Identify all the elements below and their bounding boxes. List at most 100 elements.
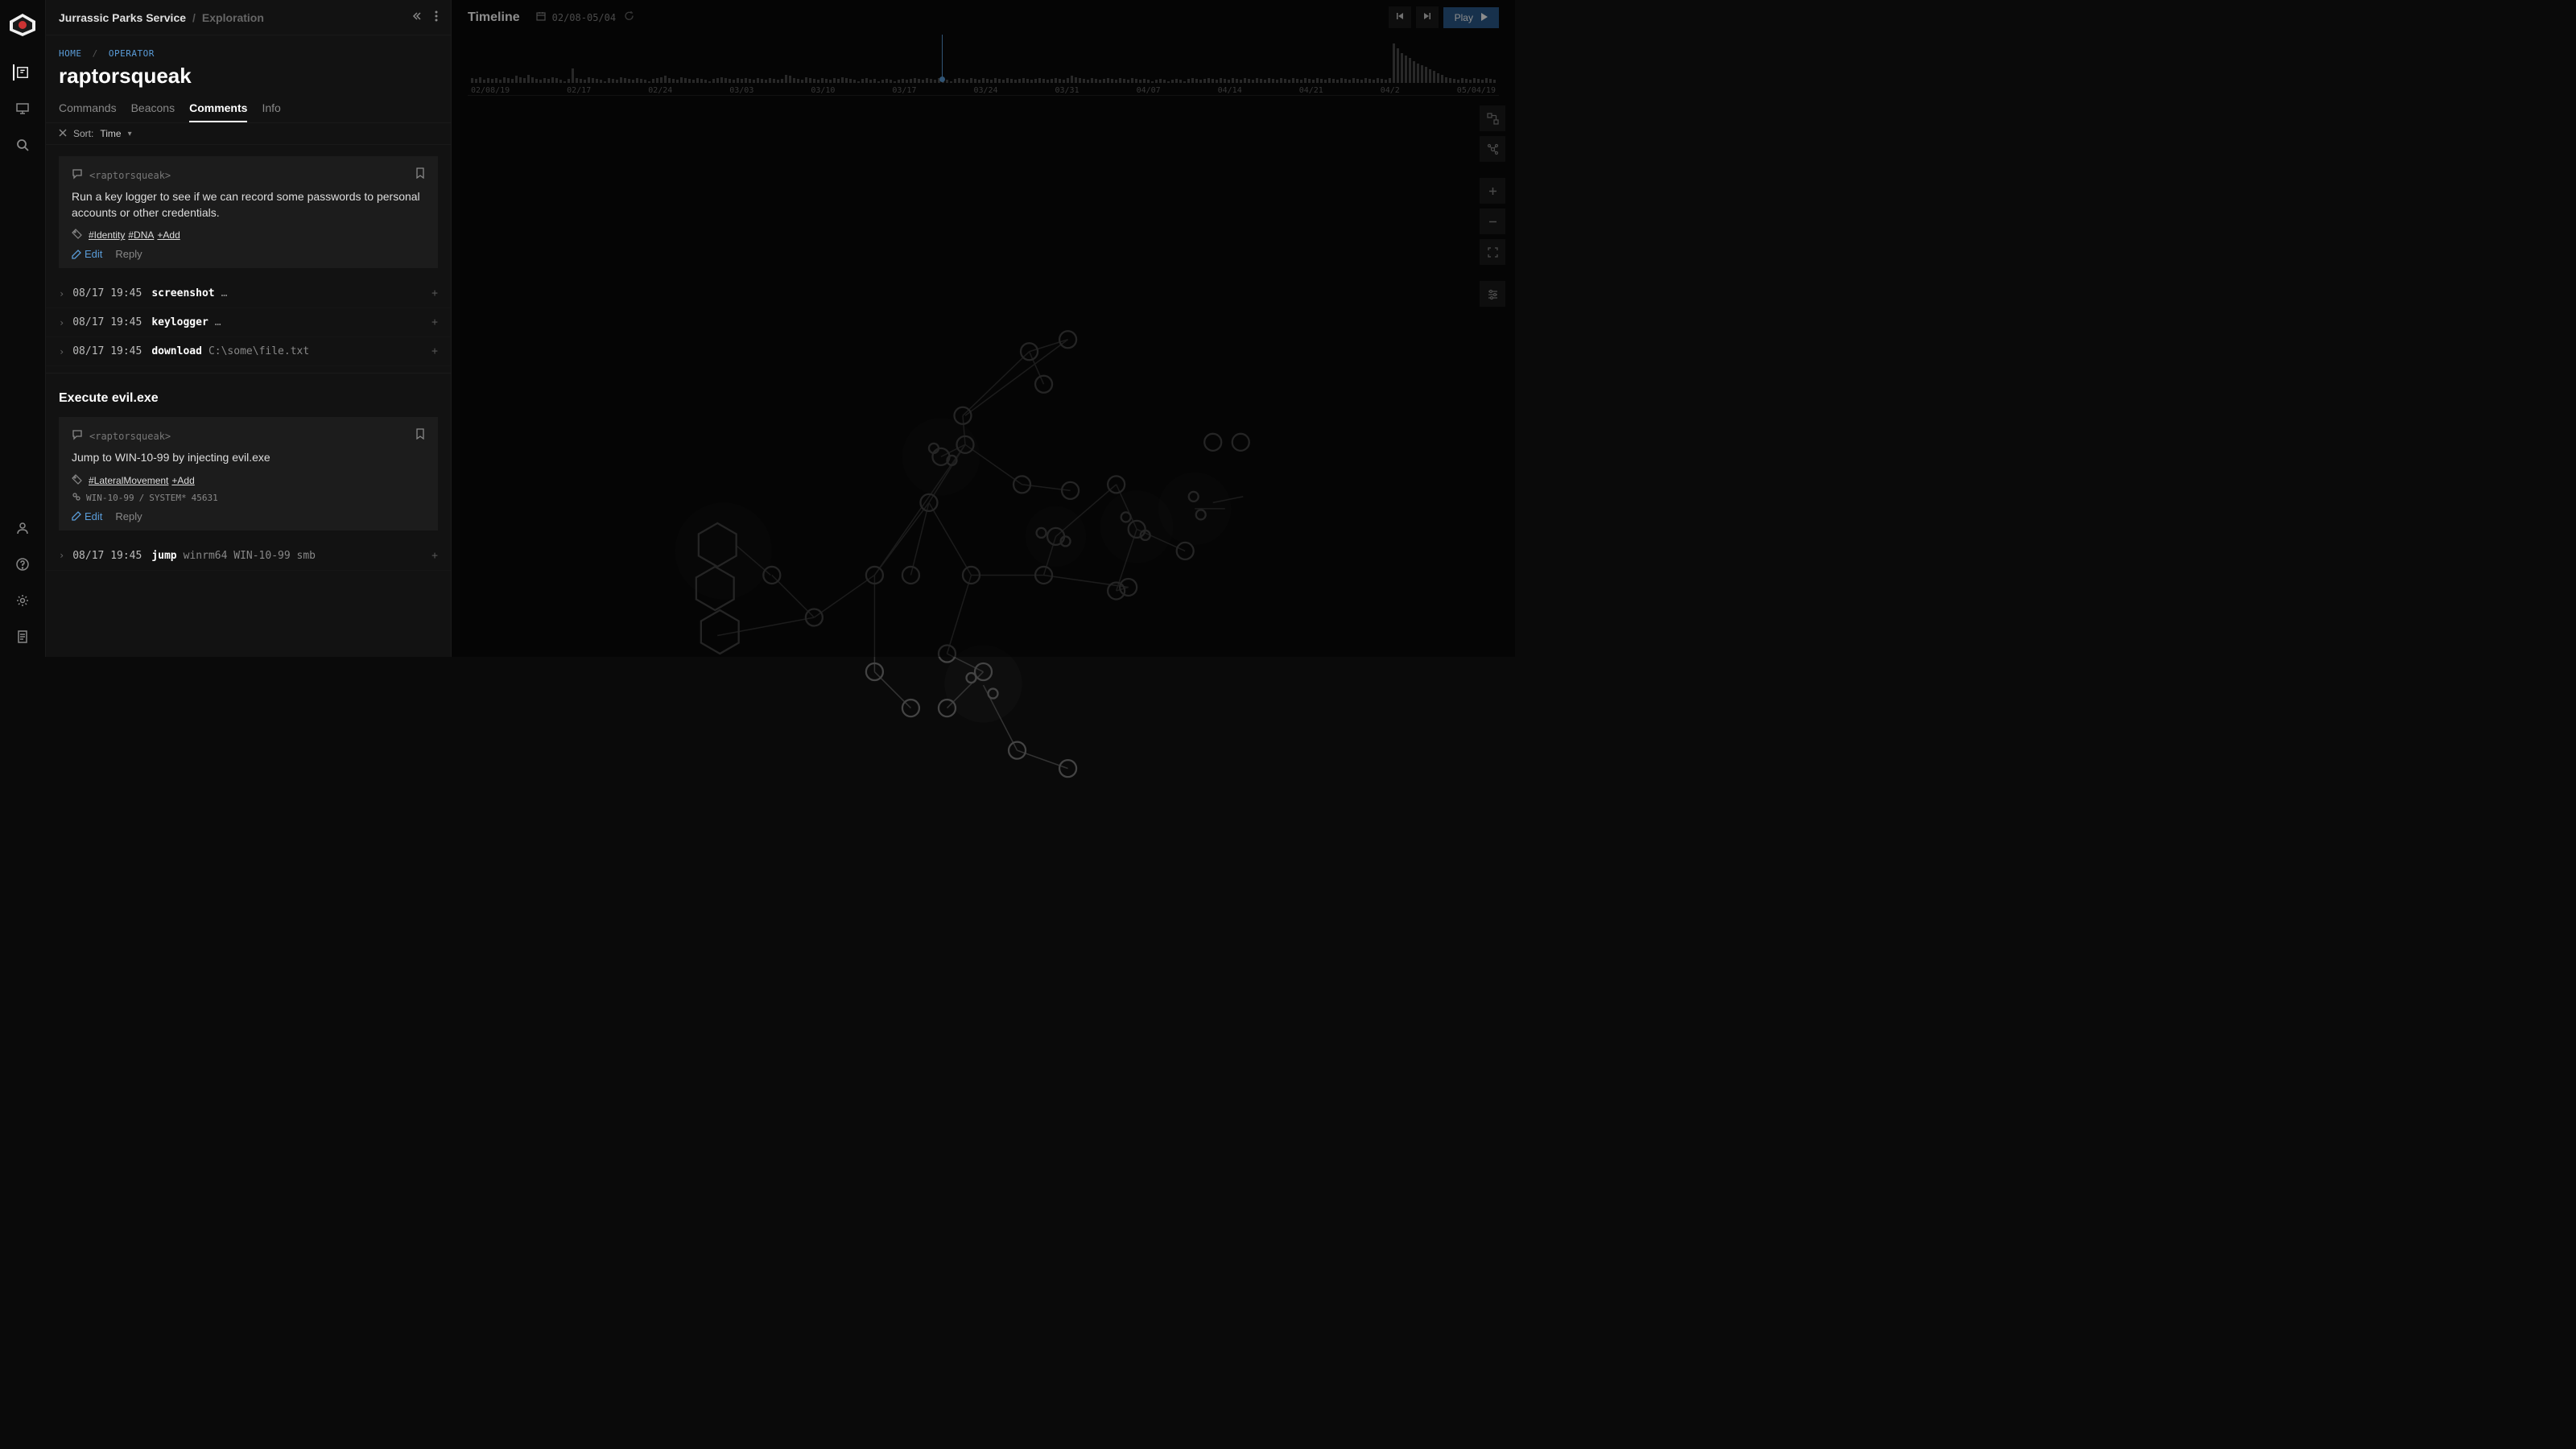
- nav-hosts-icon[interactable]: [14, 101, 31, 117]
- tag-lateral[interactable]: #LateralMovement: [89, 475, 168, 486]
- timeline-prev-button[interactable]: [1389, 6, 1411, 28]
- timeline-play-button[interactable]: Play: [1443, 7, 1499, 28]
- sort-value[interactable]: Time: [100, 128, 121, 139]
- meta-sep: /: [139, 493, 145, 503]
- edit-button[interactable]: Edit: [72, 248, 102, 260]
- log-row[interactable]: › 08/17 19:45 jump winrm64 WIN-10-99 smb…: [46, 542, 451, 571]
- nav-search-icon[interactable]: [14, 137, 31, 153]
- timeline-scrubber[interactable]: [942, 35, 943, 79]
- tabs: Commands Beacons Comments Info: [46, 95, 451, 123]
- expand-icon[interactable]: ›: [59, 550, 64, 561]
- log-add-icon[interactable]: +: [431, 345, 438, 357]
- comment-body: Jump to WIN-10-99 by injecting evil.exe: [72, 450, 425, 466]
- log-add-icon[interactable]: +: [431, 316, 438, 328]
- bookmark-icon[interactable]: [415, 167, 425, 183]
- tab-info[interactable]: Info: [262, 95, 280, 122]
- tag-icon: [72, 229, 82, 242]
- bookmark-icon[interactable]: [415, 428, 425, 444]
- log-args: C:\some\file.txt: [208, 345, 309, 357]
- add-tag[interactable]: +Add: [171, 475, 194, 486]
- timeline-header: Timeline 02/08-05/04 Play: [452, 0, 1515, 35]
- topbar: Jurrassic Parks Service / Exploration: [46, 0, 451, 35]
- chat-icon: [72, 429, 83, 443]
- nav-user-icon[interactable]: [14, 520, 31, 536]
- nav-explore-icon[interactable]: [13, 64, 29, 80]
- comment-card: <raptorsqueak> Jump to WIN-10-99 by inje…: [59, 417, 438, 530]
- log-add-icon[interactable]: +: [431, 550, 438, 562]
- edit-label: Edit: [85, 248, 102, 260]
- meta-pid: 45631: [192, 493, 218, 503]
- breadcrumb-view[interactable]: Exploration: [202, 11, 264, 24]
- timeline-range-text: 02/08-05/04: [552, 12, 616, 23]
- nav-settings-icon[interactable]: [14, 592, 31, 609]
- reply-button[interactable]: Reply: [115, 248, 142, 260]
- timeline-range[interactable]: 02/08-05/04: [536, 11, 616, 23]
- tag-identity[interactable]: #Identity: [89, 229, 125, 241]
- log-cmd: download: [151, 345, 202, 357]
- tab-beacons[interactable]: Beacons: [131, 95, 175, 122]
- nav-docs-icon[interactable]: [14, 629, 31, 645]
- tag-row: #Identity #DNA +Add: [72, 229, 425, 242]
- crumb-sep: /: [93, 48, 98, 59]
- app-logo: [6, 12, 39, 36]
- tab-commands[interactable]: Commands: [59, 95, 117, 122]
- main: Timeline 02/08-05/04 Play: [452, 0, 1515, 657]
- timeline-chart[interactable]: 02/08/1902/1702/2403/0303/1003/1703/2403…: [468, 35, 1499, 96]
- comment-card: <raptorsqueak> Run a key logger to see i…: [59, 156, 438, 268]
- nav-help-icon[interactable]: [14, 556, 31, 572]
- link-icon: [72, 492, 81, 504]
- crumbs: HOME / OPERATOR: [46, 35, 451, 59]
- tag-icon: [72, 474, 82, 487]
- more-menu-icon[interactable]: [435, 10, 438, 24]
- refresh-icon[interactable]: [624, 10, 634, 25]
- graph-force-icon[interactable]: [1480, 136, 1505, 162]
- add-tag[interactable]: +Add: [157, 229, 180, 241]
- log-row[interactable]: › 08/17 19:45 screenshot … +: [46, 279, 451, 308]
- comment-head: <raptorsqueak>: [72, 167, 425, 183]
- expand-icon[interactable]: ›: [59, 346, 64, 357]
- graph-area[interactable]: [452, 96, 1515, 873]
- crumb-home[interactable]: HOME: [59, 48, 82, 59]
- meta-system: SYSTEM*: [149, 493, 186, 503]
- reply-button[interactable]: Reply: [115, 510, 142, 522]
- comment-actions: Edit Reply: [72, 510, 425, 522]
- fullscreen-icon[interactable]: [1480, 239, 1505, 265]
- expand-icon[interactable]: ›: [59, 317, 64, 328]
- timeline-title: Timeline: [468, 10, 520, 25]
- comment-author: <raptorsqueak>: [89, 170, 171, 181]
- calendar-icon: [536, 11, 546, 23]
- timeline-next-button[interactable]: [1416, 6, 1439, 28]
- sort-caret-icon[interactable]: ▾: [128, 130, 132, 138]
- left-panel: Jurrassic Parks Service / Exploration HO…: [46, 0, 452, 657]
- content: <raptorsqueak> Run a key logger to see i…: [46, 145, 451, 657]
- edit-button[interactable]: Edit: [72, 510, 102, 522]
- zoom-in-icon[interactable]: [1480, 178, 1505, 204]
- comment-head: <raptorsqueak>: [72, 428, 425, 444]
- log-args: …: [215, 316, 221, 328]
- divider: [46, 373, 451, 374]
- graph-settings-icon[interactable]: [1480, 281, 1505, 307]
- comment-meta: WIN-10-99 / SYSTEM* 45631: [72, 492, 425, 504]
- expand-icon[interactable]: ›: [59, 288, 64, 299]
- chat-icon: [72, 168, 83, 182]
- meta-host: WIN-10-99: [86, 493, 134, 503]
- sort-close-icon[interactable]: [59, 128, 67, 139]
- zoom-out-icon[interactable]: [1480, 208, 1505, 234]
- log-timestamp: 08/17 19:45: [72, 345, 142, 357]
- breadcrumb-sep: /: [192, 11, 196, 24]
- collapse-panel-icon[interactable]: [411, 10, 422, 24]
- log-cmd: jump: [151, 550, 176, 562]
- tab-comments[interactable]: Comments: [189, 95, 247, 122]
- play-label: Play: [1455, 12, 1473, 23]
- log-add-icon[interactable]: +: [431, 287, 438, 299]
- tag-row: #LateralMovement +Add: [72, 474, 425, 487]
- log-row[interactable]: › 08/17 19:45 download C:\some\file.txt …: [46, 337, 451, 366]
- log-cmd: screenshot: [151, 287, 214, 299]
- network-graph[interactable]: [452, 96, 1515, 873]
- log-timestamp: 08/17 19:45: [72, 316, 142, 328]
- log-row[interactable]: › 08/17 19:45 keylogger … +: [46, 308, 451, 337]
- crumb-operator[interactable]: OPERATOR: [109, 48, 155, 59]
- breadcrumb-org[interactable]: Jurrassic Parks Service: [59, 11, 186, 24]
- tag-dna[interactable]: #DNA: [128, 229, 154, 241]
- graph-layout-icon[interactable]: [1480, 105, 1505, 131]
